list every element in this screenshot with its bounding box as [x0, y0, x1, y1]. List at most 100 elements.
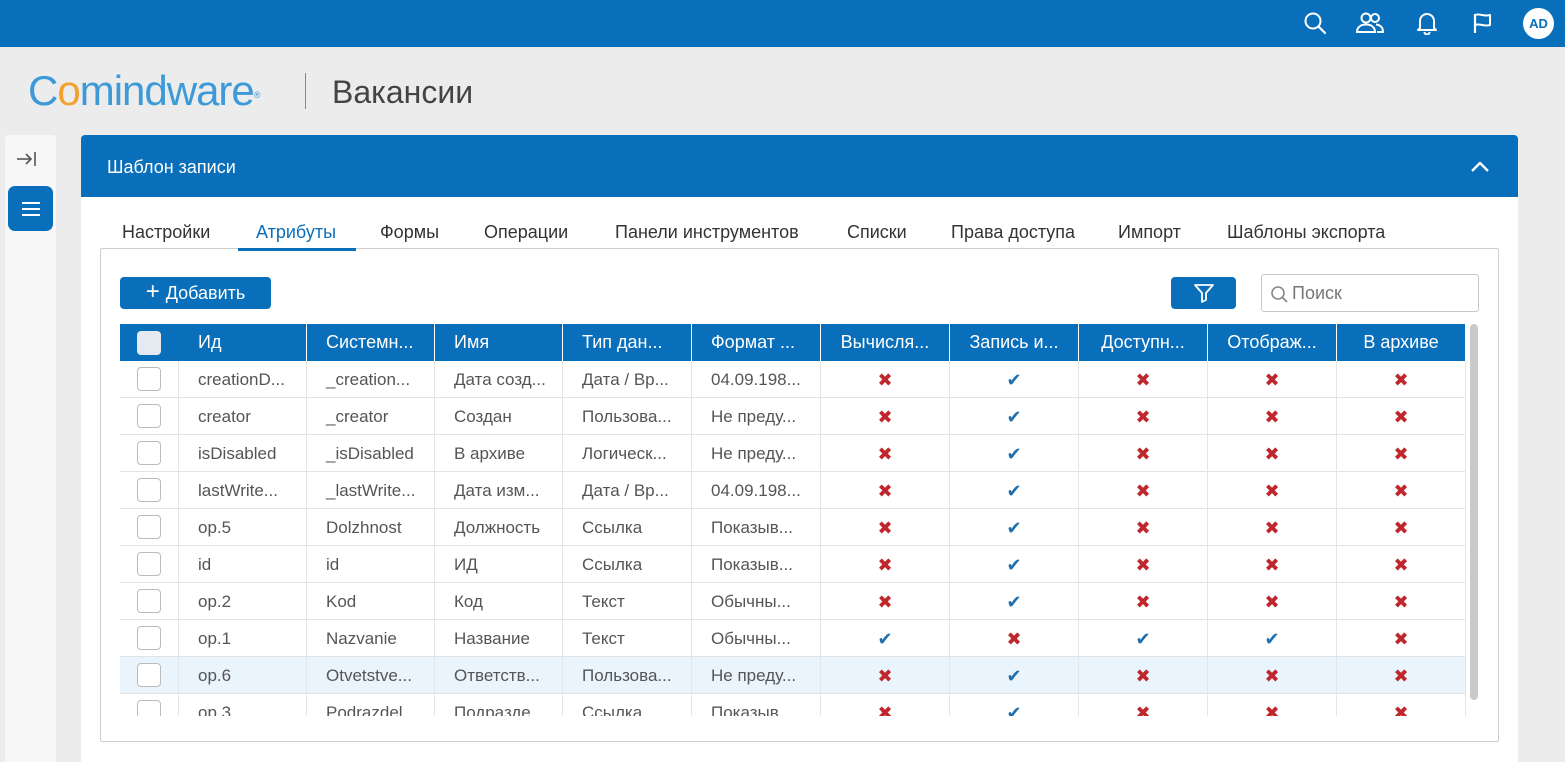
cross-icon: ✖: [1135, 702, 1151, 717]
cell-data-type: Дата / Вр...: [563, 472, 692, 509]
tab-forms[interactable]: Формы: [380, 221, 439, 243]
cell-data-type: Ссылка: [563, 694, 692, 716]
cell-displayed: ✖: [1208, 583, 1337, 620]
cell-system-name: _lastWrite...: [307, 472, 435, 509]
chevron-up-icon[interactable]: [1469, 157, 1491, 177]
cell-system-name: Dolzhnost: [307, 509, 435, 546]
filter-button[interactable]: [1171, 277, 1236, 309]
table-row[interactable]: op.6 Otvetstve... Ответств... Пользова... Не…: [120, 657, 1466, 694]
menu-icon[interactable]: [8, 186, 53, 231]
cross-icon: ✖: [1264, 591, 1280, 612]
cross-icon: ✖: [877, 480, 893, 501]
cell-id: op.6: [179, 657, 307, 694]
cell-archived: ✖: [1337, 620, 1466, 657]
cross-icon: ✖: [1264, 702, 1280, 717]
search-input[interactable]: [1292, 282, 1472, 304]
column-header-data-type[interactable]: Тип дан...: [563, 324, 692, 361]
tab-lists[interactable]: Списки: [847, 221, 907, 243]
cross-icon: ✖: [1393, 517, 1409, 538]
cross-icon: ✖: [877, 517, 893, 538]
cell-calculated: ✖: [821, 398, 950, 435]
cell-id: op.3: [179, 694, 307, 716]
tab-import[interactable]: Импорт: [1118, 221, 1181, 243]
expand-sidebar-icon[interactable]: [15, 148, 39, 170]
cell-system-name: _isDisabled: [307, 435, 435, 472]
logo-text-end: mindware: [79, 67, 255, 114]
filter-icon: [1193, 284, 1214, 303]
column-header-calculated[interactable]: Вычисля...: [821, 324, 950, 361]
row-checkbox[interactable]: [137, 515, 161, 539]
cross-icon: ✖: [877, 665, 893, 686]
row-checkbox[interactable]: [137, 552, 161, 576]
cross-icon: ✖: [877, 406, 893, 427]
tab-operations[interactable]: Операции: [484, 221, 568, 243]
column-header-system-name[interactable]: Системн...: [307, 324, 435, 361]
table-row[interactable]: op.3 Podrazdel... Подразде... Ссылка Показыв…: [120, 694, 1466, 716]
column-header-available[interactable]: Доступн...: [1079, 324, 1208, 361]
row-checkbox[interactable]: [137, 700, 161, 716]
table-row[interactable]: op.2 Kod Код Текст Обычны... ✖ ✔ ✖ ✖ ✖: [120, 583, 1466, 620]
bell-icon[interactable]: [1412, 9, 1442, 37]
tab-export-templates[interactable]: Шаблоны экспорта: [1227, 221, 1385, 243]
users-icon[interactable]: [1355, 9, 1385, 37]
cell-stored: ✔: [950, 546, 1079, 583]
table-row[interactable]: lastWrite... _lastWrite... Дата изм... Дата…: [120, 472, 1466, 509]
table-row[interactable]: op.5 Dolzhnost Должность Ссылка Показыв... ✖ ✔…: [120, 509, 1466, 546]
cell-name: В архиве: [435, 435, 563, 472]
table-row[interactable]: op.1 Nazvanie Название Текст Обычны... ✔ ✖ ✔ ✔ ✖: [120, 620, 1466, 657]
column-header-archived[interactable]: В архиве: [1337, 324, 1466, 361]
cross-icon: ✖: [1393, 443, 1409, 464]
row-checkbox[interactable]: [137, 478, 161, 502]
cell-available: ✖: [1079, 361, 1208, 398]
cell-name: Ответств...: [435, 657, 563, 694]
row-checkbox-cell: [120, 657, 179, 694]
column-header-displayed[interactable]: Отображ...: [1208, 324, 1337, 361]
table-row[interactable]: isDisabled _isDisabled В архиве Логическ...…: [120, 435, 1466, 472]
row-checkbox[interactable]: [137, 663, 161, 687]
avatar[interactable]: AD: [1523, 8, 1554, 39]
search-box: [1261, 274, 1479, 312]
search-icon[interactable]: [1300, 9, 1330, 37]
tab-settings[interactable]: Настройки: [122, 221, 210, 243]
cell-calculated: ✖: [821, 583, 950, 620]
select-all-checkbox[interactable]: [137, 331, 161, 355]
row-checkbox-cell: [120, 472, 179, 509]
cell-calculated: ✖: [821, 657, 950, 694]
tab-access-rights[interactable]: Права доступа: [951, 221, 1075, 243]
cell-system-name: Kod: [307, 583, 435, 620]
grid-header: Ид Системн... Имя Тип дан... Формат ... Вычис…: [120, 324, 1466, 361]
row-checkbox[interactable]: [137, 367, 161, 391]
row-checkbox-cell: [120, 509, 179, 546]
row-checkbox[interactable]: [137, 589, 161, 613]
cell-available: ✖: [1079, 398, 1208, 435]
flag-icon[interactable]: [1468, 9, 1498, 37]
cell-displayed: ✖: [1208, 361, 1337, 398]
tab-toolbars[interactable]: Панели инструментов: [615, 221, 799, 243]
column-header-format[interactable]: Формат ...: [692, 324, 821, 361]
cell-format: 04.09.198...: [692, 472, 821, 509]
add-button-label: Добавить: [165, 282, 246, 303]
grid-scrollbar[interactable]: [1470, 324, 1478, 700]
header-divider: [305, 73, 306, 109]
cell-name: Код: [435, 583, 563, 620]
row-checkbox[interactable]: [137, 626, 161, 650]
row-checkbox-cell: [120, 583, 179, 620]
cell-stored: ✔: [950, 435, 1079, 472]
add-button[interactable]: + Добавить: [120, 277, 271, 309]
cross-icon: ✖: [1393, 665, 1409, 686]
column-header-stored[interactable]: Запись и...: [950, 324, 1079, 361]
table-row[interactable]: creator _creator Создан Пользова... Не преду…: [120, 398, 1466, 435]
column-header-name[interactable]: Имя: [435, 324, 563, 361]
cell-name: Подразде...: [435, 694, 563, 716]
tab-attributes[interactable]: Атрибуты: [256, 221, 336, 243]
cell-stored: ✔: [950, 509, 1079, 546]
table-row[interactable]: creationD... _creation... Дата созд... Дата…: [120, 361, 1466, 398]
cell-id: creationD...: [179, 361, 307, 398]
table-row[interactable]: id id ИД Ссылка Показыв... ✖ ✔ ✖ ✖ ✖: [120, 546, 1466, 583]
row-checkbox[interactable]: [137, 441, 161, 465]
column-header-id[interactable]: Ид: [179, 324, 307, 361]
cell-displayed: ✔: [1208, 620, 1337, 657]
row-checkbox[interactable]: [137, 404, 161, 428]
cell-data-type: Ссылка: [563, 509, 692, 546]
cross-icon: ✖: [1393, 591, 1409, 612]
